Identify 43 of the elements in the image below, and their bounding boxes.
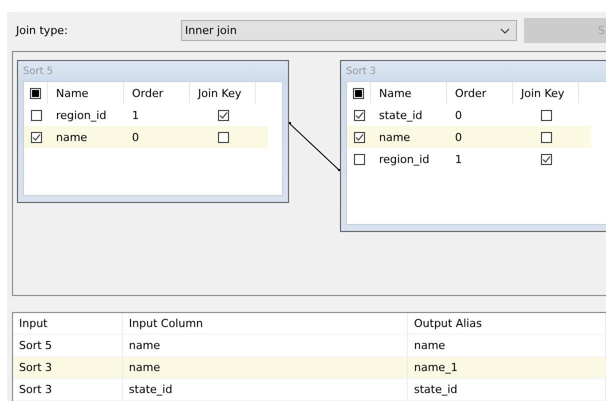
column-header[interactable]: Order [447, 82, 513, 104]
select-all-checkbox[interactable] [30, 88, 41, 98]
select-all-checkbox[interactable] [353, 88, 364, 98]
window-title: Sort 3 [346, 65, 378, 79]
table-cell-text: name [378, 130, 412, 146]
table-cell-text: 0 [131, 130, 140, 146]
table-cell: name_1 [408, 357, 606, 379]
checkbox[interactable] [354, 110, 364, 120]
column-header[interactable]: Input Column [122, 313, 408, 335]
table-cell-text: 0 [454, 130, 463, 146]
table-cell-text: name [55, 130, 88, 146]
checkbox[interactable] [540, 110, 552, 120]
checkbox[interactable] [540, 132, 552, 142]
table-cell-text: region_id [378, 152, 430, 168]
table-cell: Sort 3 [13, 379, 123, 401]
window-title: Sort 5 [23, 65, 54, 79]
chevron-down-icon [500, 28, 510, 34]
column-header[interactable]: Join Key [190, 82, 256, 104]
column-header[interactable]: Join Key [513, 82, 579, 104]
checkbox[interactable] [30, 132, 42, 142]
table-cell: state_id [408, 379, 606, 401]
column-header[interactable]: Output Alias [408, 313, 606, 335]
table-cell-text: 0 [454, 108, 463, 124]
checkbox[interactable] [218, 132, 228, 142]
table-cell-text: state_id [378, 108, 424, 124]
checkbox[interactable] [354, 132, 364, 142]
table-cell-text: 1 [131, 108, 140, 124]
table-cell: name [122, 357, 408, 379]
connector-line [289, 122, 340, 172]
checkbox[interactable] [218, 110, 228, 120]
table-cell: Sort 3 [13, 357, 123, 379]
column-header[interactable]: Input [13, 313, 123, 335]
join-type-dropdown[interactable]: Inner join [181, 20, 517, 41]
column-header[interactable]: Order [124, 82, 190, 104]
table-cell-text: 1 [454, 152, 463, 168]
table-cell-text: region_id [55, 108, 108, 124]
checkbox[interactable] [30, 110, 42, 120]
checkbox[interactable] [354, 154, 364, 164]
column-header[interactable]: Name [371, 82, 447, 104]
checkbox[interactable] [540, 154, 552, 164]
join-type-label: Join type: [14, 24, 69, 37]
table-cell: state_id [122, 379, 408, 401]
column-header[interactable]: Name [48, 82, 124, 104]
